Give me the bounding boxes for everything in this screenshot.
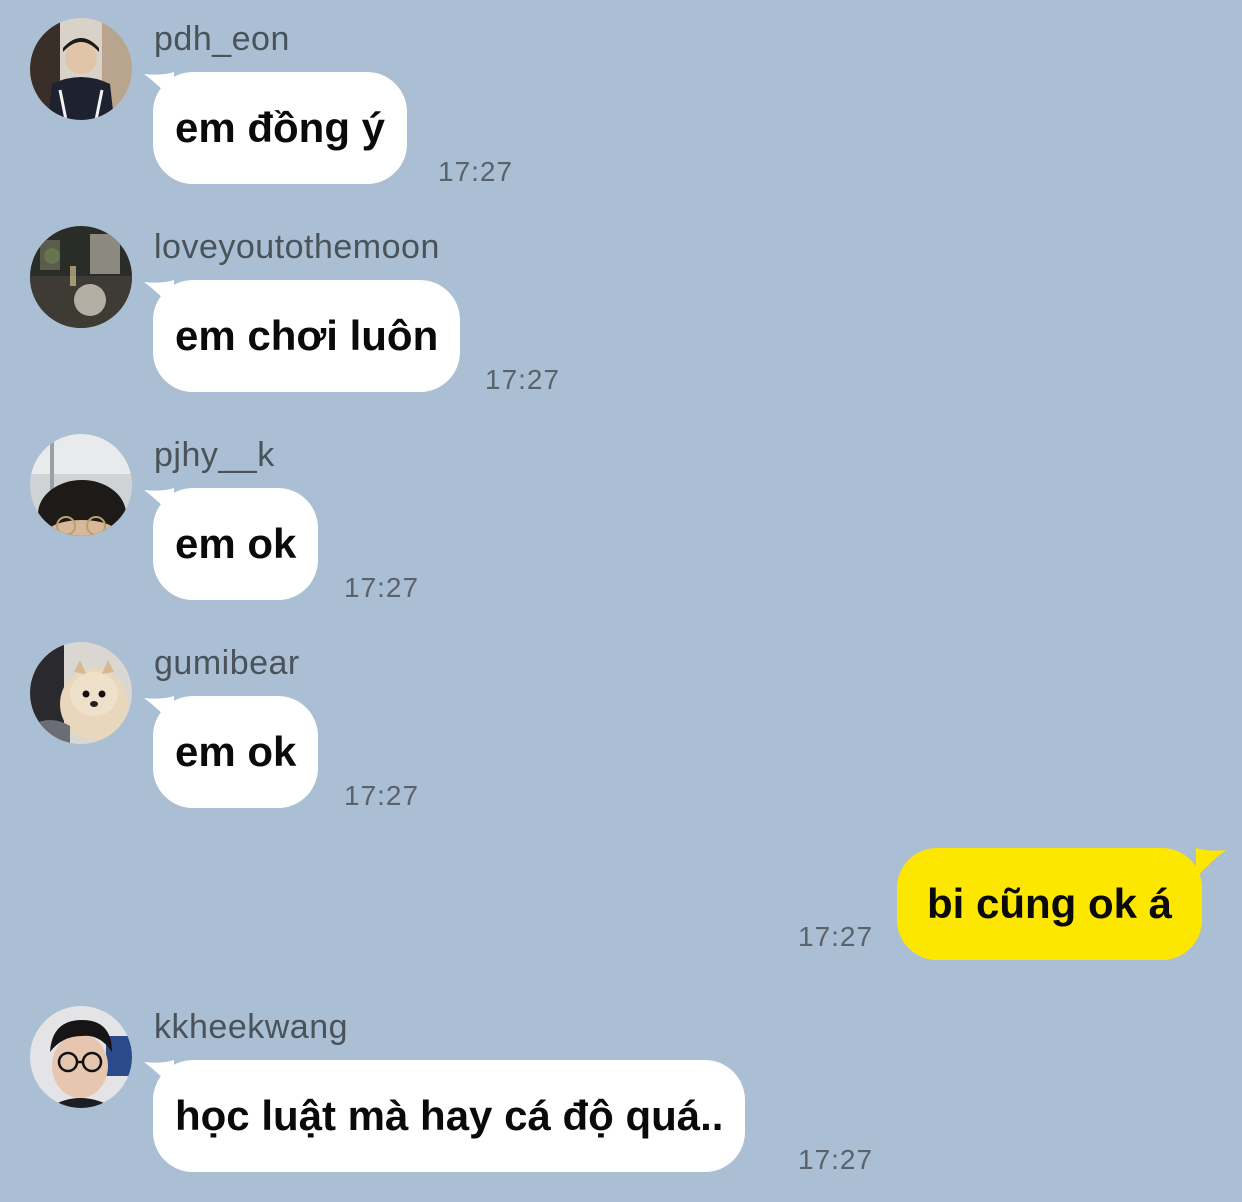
bubble-tail (1196, 848, 1226, 878)
timestamp: 17:27 (798, 921, 874, 952)
timestamp: 17:27 (485, 364, 561, 395)
avatar[interactable] (30, 226, 132, 328)
timestamp: 17:27 (438, 156, 514, 187)
timestamp: 17:27 (344, 780, 420, 811)
sender-name: kkheekwang (154, 1008, 349, 1046)
message-bubble[interactable]: học luật mà hay cá độ quá.. (153, 1060, 746, 1172)
sender-name: loveyoutothemoon (154, 228, 440, 266)
avatar[interactable] (30, 434, 132, 536)
sender-name: pjhy__k (154, 436, 275, 474)
avatar[interactable] (30, 642, 132, 744)
avatar[interactable] (30, 1006, 132, 1108)
chat-message-list: pdh_eon em đồng ý 17:27 loveyoutothemoon… (0, 0, 1242, 1202)
sender-name: pdh_eon (154, 20, 290, 58)
message-bubble[interactable]: em ok (153, 696, 319, 808)
avatar[interactable] (30, 18, 132, 120)
message-bubble-outgoing[interactable]: bi cũng ok á (897, 848, 1203, 960)
message-bubble[interactable]: em ok (153, 488, 319, 600)
timestamp: 17:27 (798, 1144, 874, 1175)
sender-name: gumibear (154, 644, 300, 682)
message-bubble[interactable]: em đồng ý (153, 72, 408, 184)
message-bubble[interactable]: em chơi luôn (153, 280, 461, 392)
timestamp: 17:27 (344, 572, 420, 603)
